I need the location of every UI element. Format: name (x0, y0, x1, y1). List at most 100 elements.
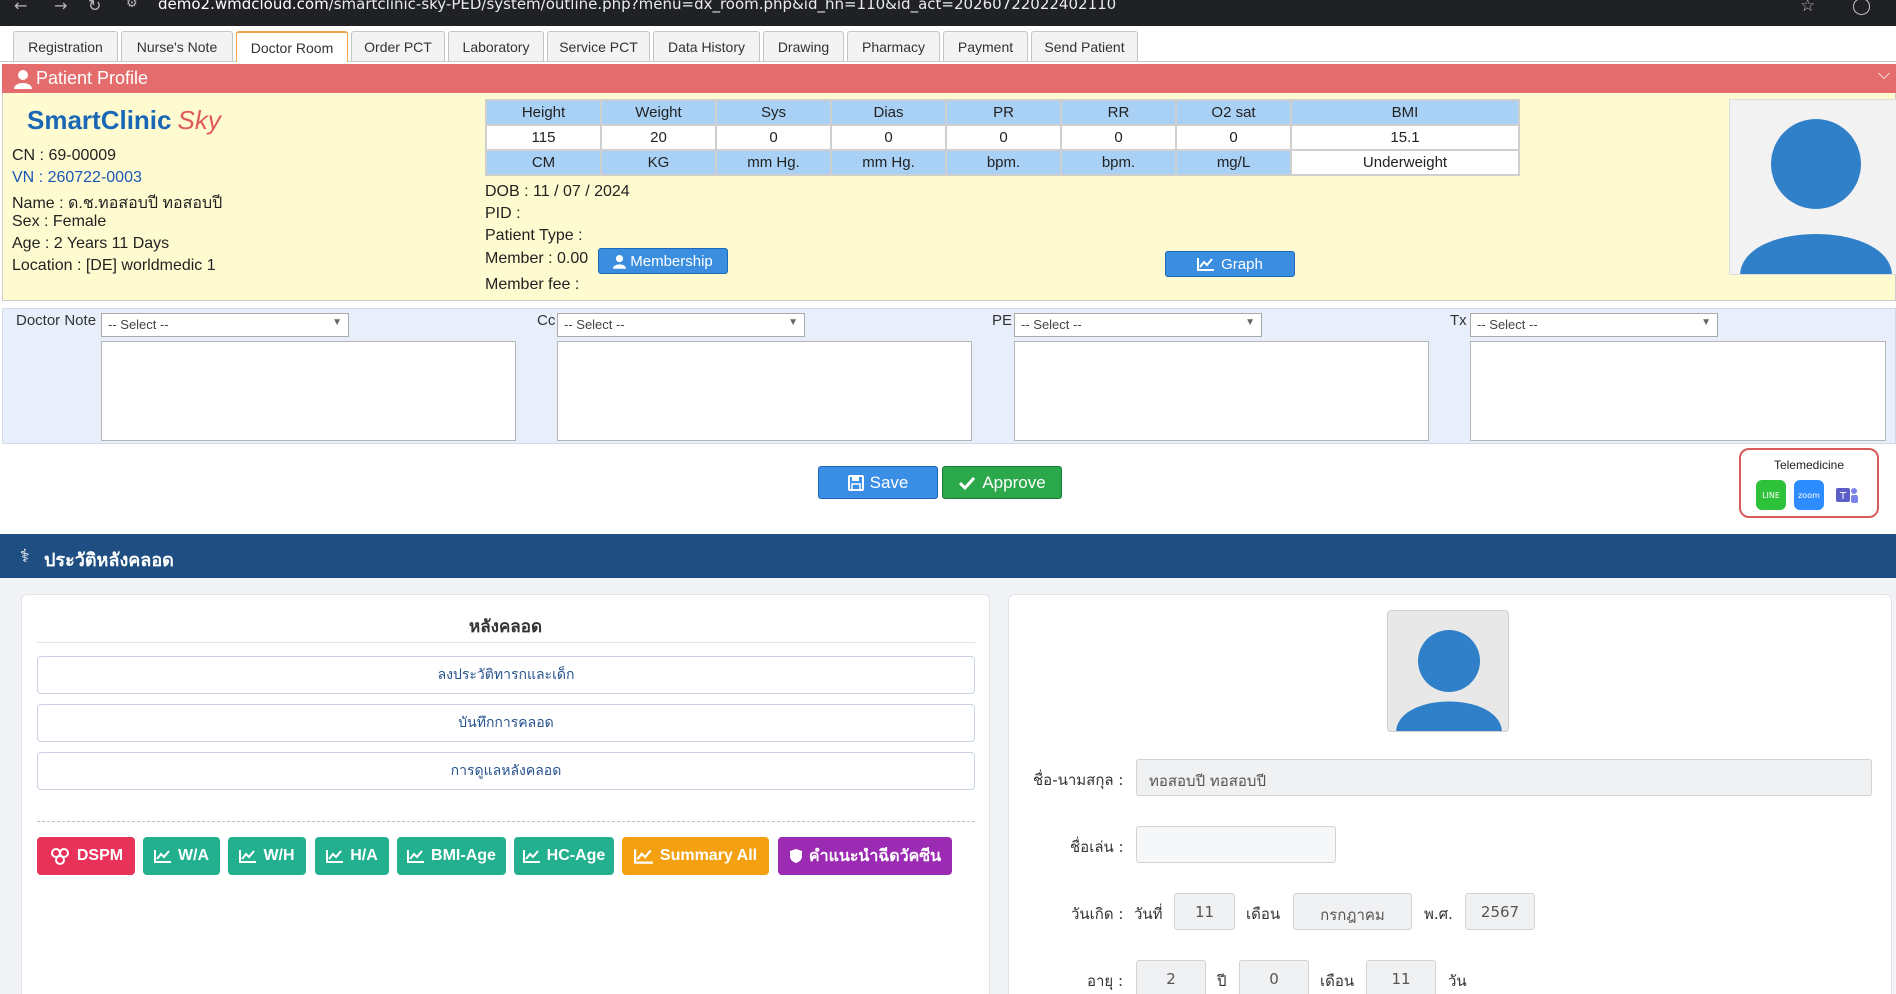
vaccine-advice-button[interactable]: คำแนะนำฉีดวัคซีน (778, 837, 952, 875)
profile-icon[interactable]: ◯ (1852, 0, 1871, 16)
reload-icon[interactable]: ↻ (88, 0, 101, 15)
pe-textarea[interactable] (1014, 341, 1429, 441)
line-chart-icon (522, 850, 540, 863)
save-button[interactable]: Save (818, 466, 938, 499)
tab-laboratory[interactable]: Laboratory (448, 31, 544, 61)
summary-all-button[interactable]: Summary All (622, 837, 769, 875)
patient-type: Patient Type : (485, 227, 583, 244)
patient-sex: Sex : Female (12, 213, 107, 230)
membership-button[interactable]: Membership (598, 248, 728, 274)
vital-header-weight: Weight (602, 101, 715, 124)
chevron-down-icon[interactable]: ⌵ (1878, 66, 1890, 84)
telemedicine-box: Telemedicine LINE zoom T (1739, 448, 1879, 518)
tab-drawing[interactable]: Drawing (763, 31, 844, 61)
vital-unit-height: CM (487, 151, 600, 174)
vital-value-weight: 20 (602, 126, 715, 149)
vital-value-pr: 0 (947, 126, 1060, 149)
ms-teams-icon[interactable]: T (1832, 480, 1862, 510)
smartclinic-logo: SmartClinic Sky (27, 105, 221, 136)
app-root: { "browser": { "url_host": "demo2.wmdclo… (0, 0, 1896, 994)
child-development-icon (50, 848, 69, 865)
tab-order-pct[interactable]: Order PCT (351, 31, 445, 61)
cc-textarea[interactable] (557, 341, 972, 441)
tab-payment[interactable]: Payment (943, 31, 1028, 61)
birthdate-label: วันเกิด : (1071, 905, 1124, 923)
summary-all-label: Summary All (659, 847, 758, 864)
age-days-input[interactable]: 11 (1366, 960, 1436, 994)
months-unit-label: เดือน (1320, 972, 1355, 990)
age-label: อายุ : (1087, 972, 1124, 990)
vital-unit-dias: mm Hg. (832, 151, 945, 174)
caret-down-icon: ▼ (1245, 317, 1255, 328)
divider (37, 642, 975, 643)
patient-cn: CN : 69-00009 (12, 147, 117, 164)
postpartum-care-link[interactable]: การดูแลหลังคลอด (37, 752, 975, 790)
caret-down-icon: ▼ (1701, 317, 1711, 328)
patient-profile-header[interactable]: Patient Profile ⌵ (2, 64, 1896, 93)
nickname-input[interactable] (1136, 826, 1336, 863)
pe-select[interactable]: -- Select -- ▼ (1014, 313, 1262, 337)
birth-day-input[interactable]: 11 (1174, 893, 1235, 930)
dspm-button[interactable]: DSPM (37, 837, 135, 875)
tab-pharmacy[interactable]: Pharmacy (847, 31, 940, 61)
logo-sub: Sky (177, 105, 221, 135)
bookmark-star-icon[interactable]: ☆ (1800, 0, 1815, 16)
vital-header-pr: PR (947, 101, 1060, 124)
birth-month-input[interactable]: กรกฎาคม (1293, 893, 1412, 930)
cc-select-value: -- Select -- (564, 317, 625, 332)
vaccine-advice-label: คำแนะนำฉีดวัคซีน (808, 847, 942, 865)
fullname-input[interactable]: ทอสอบปี ทอสอบปี (1136, 759, 1872, 796)
weight-for-age-button[interactable]: W/A (143, 837, 220, 875)
vital-value-bmi: 15.1 (1292, 126, 1518, 149)
tab-data-history[interactable]: Data History (653, 31, 760, 61)
height-for-age-button[interactable]: H/A (315, 837, 389, 875)
hc-age-label: HC-Age (546, 847, 606, 864)
birth-year-input[interactable]: 2567 (1465, 893, 1535, 930)
postpartum-panel-title: หลังคลอด (469, 617, 542, 637)
history-section-header: ⚕ ประวัติหลังคลอด (0, 534, 1896, 578)
approve-button[interactable]: Approve (942, 466, 1062, 499)
age-years-input[interactable]: 2 (1136, 960, 1206, 994)
tab-service-pct[interactable]: Service PCT (547, 31, 650, 61)
patient-member: Member : 0.00 (485, 250, 589, 267)
vital-header-dias: Dias (832, 101, 945, 124)
membership-label: Membership (630, 252, 713, 270)
url-path: /smartclinic-sky-PED/system/outline.php?… (328, 0, 1117, 13)
line-chart-icon (153, 850, 171, 863)
patient-profile-title: Patient Profile (36, 68, 149, 88)
tab-nurses-note[interactable]: Nurse's Note (121, 31, 233, 61)
tab-send-patient[interactable]: Send Patient (1031, 31, 1138, 61)
baby-history-link[interactable]: ลงประวัติทารกและเด็ก (37, 656, 975, 694)
tx-label: Tx (1450, 312, 1467, 329)
line-chart-icon (1197, 258, 1215, 271)
save-label: Save (869, 472, 909, 492)
doctor-note-select[interactable]: -- Select -- ▼ (101, 313, 349, 337)
tab-registration[interactable]: Registration (13, 31, 118, 61)
caret-down-icon: ▼ (788, 317, 798, 328)
forward-icon[interactable]: → (54, 0, 67, 15)
vital-header-height: Height (487, 101, 600, 124)
floppy-disk-icon (847, 474, 864, 491)
back-icon[interactable]: ← (14, 0, 27, 15)
weight-for-height-button[interactable]: W/H (228, 837, 306, 875)
bmi-age-button[interactable]: BMI-Age (397, 837, 506, 875)
vital-unit-weight: KG (602, 151, 715, 174)
line-icon[interactable]: LINE (1756, 480, 1786, 510)
graph-button[interactable]: Graph (1165, 251, 1295, 277)
tx-textarea[interactable] (1470, 341, 1886, 441)
height-for-age-label: H/A (350, 847, 378, 864)
patient-vn[interactable]: VN : 260722-0003 (12, 169, 142, 187)
vital-unit-sys: mm Hg. (717, 151, 830, 174)
hc-age-button[interactable]: HC-Age (514, 837, 614, 875)
tx-select[interactable]: -- Select -- ▼ (1470, 313, 1718, 337)
zoom-icon[interactable]: zoom (1794, 480, 1824, 510)
patient-age: Age : 2 Years 11 Days (12, 235, 170, 252)
doctor-note-textarea[interactable] (101, 341, 516, 441)
site-info-icon[interactable]: ⚙ (126, 0, 138, 11)
age-months-input[interactable]: 0 (1239, 960, 1309, 994)
tab-doctor-room[interactable]: Doctor Room (236, 31, 348, 62)
cc-select[interactable]: -- Select -- ▼ (557, 313, 805, 337)
vital-value-sys: 0 (717, 126, 830, 149)
delivery-record-link[interactable]: บันทึกการคลอด (37, 704, 975, 742)
address-bar[interactable]: demo2.wmdcloud.com/smartclinic-sky-PED/s… (158, 0, 1116, 13)
